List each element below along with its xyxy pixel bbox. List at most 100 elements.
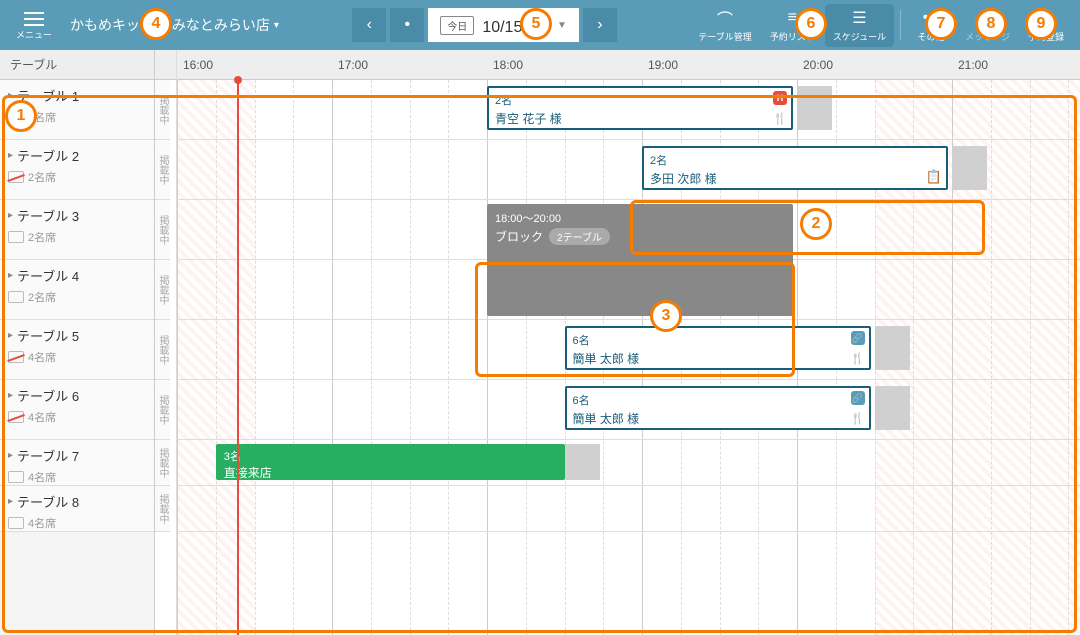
reservation-event[interactable]: 2名 青空 花子 様 H 🍴 — [487, 86, 793, 130]
table-seats: 4名席 — [8, 469, 146, 485]
seat-icon — [8, 351, 24, 363]
reservation-event[interactable]: 6名 簡単 太郎 様 🔗 🍴 — [565, 326, 871, 370]
callout-5: 5 — [520, 8, 552, 40]
status-column: 掲載中掲載中掲載中掲載中掲載中掲載中掲載中掲載中 — [155, 50, 177, 635]
time-slot: 16:00 — [177, 50, 332, 79]
callout-6: 6 — [795, 8, 827, 40]
caret-down-icon: ▾ — [274, 20, 279, 31]
table-seats: 4名席 — [8, 349, 146, 365]
main-content: テーブル テーブル 1 2名席 テーブル 2 2名席 テーブル 3 2名席 テー… — [0, 50, 1080, 635]
timeline-grid: 16:0017:0018:0019:0020:0021:00 2名 青空 花子 … — [177, 50, 1080, 635]
reservation-event[interactable]: 2名 多田 次郎 様 📋 — [642, 146, 948, 190]
status-header — [155, 50, 176, 80]
table-name: テーブル 6 — [8, 386, 146, 405]
grid-row[interactable]: 2名 青空 花子 様 H 🍴 — [177, 80, 1080, 140]
seat-icon — [8, 517, 24, 529]
chevron-down-icon: ▼ — [557, 20, 567, 31]
time-slot: 18:00 — [487, 50, 642, 79]
hamburger-icon — [24, 18, 44, 20]
callout-9: 9 — [1025, 8, 1057, 40]
toolbar: ⌒ テーブル管理 ≡ 予約リスト ☰ スケジュール ••• その他 ✉ メッセー… — [690, 4, 1072, 47]
table-seats: 4名席 — [8, 409, 146, 425]
buffer-tail — [875, 386, 910, 430]
buffer-tail — [565, 444, 600, 480]
grid-row[interactable]: 6名 簡単 太郎 様 🔗 🍴 — [177, 380, 1080, 440]
callout-2: 2 — [800, 208, 832, 240]
time-slot: 20:00 — [797, 50, 952, 79]
table-cell[interactable]: テーブル 5 4名席 — [0, 320, 154, 379]
walkin-event[interactable]: 3名 直接来店 — [216, 444, 565, 480]
grid-row[interactable]: 18:00～20:00 ブロック 2テーブル — [177, 200, 1080, 260]
table-icon: ⌒ — [717, 8, 733, 28]
note-icon: 📋 — [926, 169, 942, 185]
time-slot: 21:00 — [952, 50, 1080, 79]
callout-1: 1 — [5, 100, 37, 132]
status-cell: 掲載中 — [155, 80, 170, 140]
table-name: テーブル 3 — [8, 206, 146, 225]
date-picker[interactable]: 今日 10/15(火) ▼ — [428, 8, 579, 42]
callout-4: 4 — [140, 8, 172, 40]
callout-7: 7 — [925, 8, 957, 40]
table-seats: 2名席 — [8, 169, 146, 185]
next-day-button[interactable]: › — [583, 8, 617, 42]
current-time-line — [237, 80, 239, 635]
divider — [900, 10, 901, 40]
today-badge: 今日 — [440, 16, 474, 35]
fork-knife-icon: 🍴 — [851, 352, 865, 365]
table-cell[interactable]: テーブル 8 4名席 — [0, 486, 154, 531]
table-cell[interactable]: テーブル 7 4名席 — [0, 440, 154, 485]
fork-knife-icon: 🍴 — [773, 112, 787, 125]
table-cell[interactable]: テーブル 4 2名席 — [0, 260, 154, 319]
table-seats: 2名席 — [8, 229, 146, 245]
table-name: テーブル 7 — [8, 446, 146, 465]
seat-icon — [8, 231, 24, 243]
table-cell[interactable]: テーブル 3 2名席 — [0, 200, 154, 259]
table-name: テーブル 5 — [8, 326, 146, 345]
prev-day-button[interactable]: ‹ — [352, 8, 386, 42]
grid-row[interactable] — [177, 260, 1080, 320]
grid-row[interactable]: 3名 直接来店 — [177, 440, 1080, 486]
grid-row[interactable] — [177, 486, 1080, 532]
status-cell: 掲載中 — [155, 486, 170, 532]
store-selector[interactable]: かもめキッチン みなとみらい店 ▾ — [70, 15, 279, 35]
table-seats: 2名席 — [8, 289, 146, 305]
callout-3: 3 — [650, 300, 682, 332]
seat-icon — [8, 291, 24, 303]
link-icon: 🔗 — [851, 331, 865, 345]
buffer-tail — [875, 326, 910, 370]
table-seats: 4名席 — [8, 515, 146, 531]
seat-icon — [8, 171, 24, 183]
buffer-tail — [952, 146, 987, 190]
menu-button[interactable]: メニュー — [8, 6, 60, 45]
grid-row[interactable]: 6名 簡単 太郎 様 🔗 🍴 — [177, 320, 1080, 380]
table-name: テーブル 8 — [8, 492, 146, 511]
schedule-button[interactable]: ☰ スケジュール — [825, 4, 894, 47]
table-sidebar: テーブル テーブル 1 2名席 テーブル 2 2名席 テーブル 3 2名席 テー… — [0, 50, 155, 635]
hot-icon: H — [773, 91, 787, 105]
today-dot-button[interactable]: • — [390, 8, 424, 42]
date-navigation: ‹ • 今日 10/15(火) ▼ › — [352, 8, 617, 42]
table-cell[interactable]: テーブル 2 2名席 — [0, 140, 154, 199]
reservation-event[interactable]: 6名 簡単 太郎 様 🔗 🍴 — [565, 386, 871, 430]
sidebar-header: テーブル — [0, 50, 154, 80]
callout-8: 8 — [975, 8, 1007, 40]
time-header: 16:0017:0018:0019:0020:0021:00 — [177, 50, 1080, 80]
table-management-button[interactable]: ⌒ テーブル管理 — [690, 4, 759, 47]
table-name: テーブル 2 — [8, 146, 146, 165]
status-cell: 掲載中 — [155, 380, 170, 440]
event-rows: 2名 青空 花子 様 H 🍴 2名 多田 次郎 様 📋 18:00～20:00 … — [177, 80, 1080, 532]
table-cell[interactable]: テーブル 6 4名席 — [0, 380, 154, 439]
status-cell: 掲載中 — [155, 440, 170, 486]
status-cell: 掲載中 — [155, 320, 170, 380]
grid-row[interactable]: 2名 多田 次郎 様 📋 — [177, 140, 1080, 200]
status-cell: 掲載中 — [155, 200, 170, 260]
table-count-pill: 2テーブル — [549, 228, 610, 245]
menu-label: メニュー — [16, 28, 52, 41]
link-icon: 🔗 — [851, 391, 865, 405]
status-cell: 掲載中 — [155, 140, 170, 200]
status-cell: 掲載中 — [155, 260, 170, 320]
time-slot: 19:00 — [642, 50, 797, 79]
seat-icon — [8, 471, 24, 483]
buffer-tail — [797, 86, 832, 130]
table-name: テーブル 4 — [8, 266, 146, 285]
